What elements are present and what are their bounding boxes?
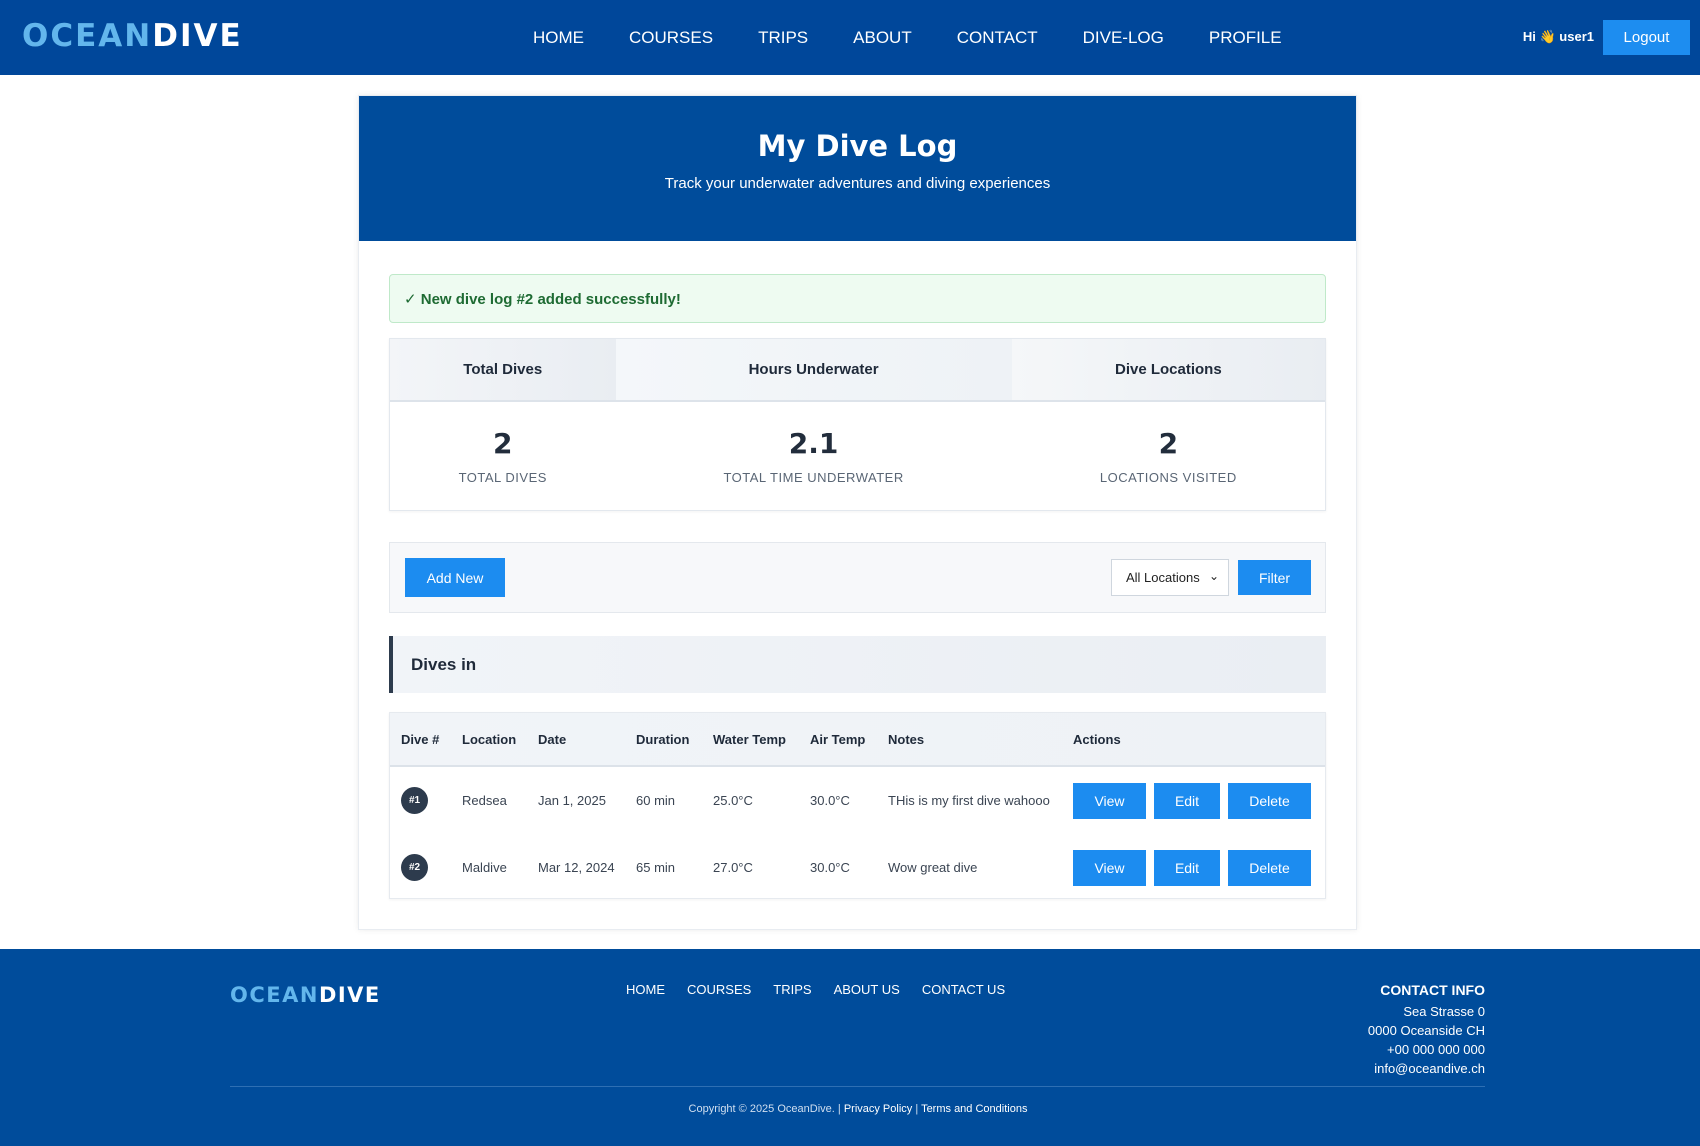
user-greeting: Hi 👋 user1 (1522, 29, 1594, 44)
cell-notes: Wow great dive (888, 860, 978, 875)
cell-air-temp: 30.0°C (810, 860, 850, 875)
col-date: Date (538, 731, 567, 747)
top-navbar: OCEANDIVE HOME COURSES TRIPS ABOUT CONTA… (0, 0, 1700, 75)
cell-date: Mar 12, 2024 (538, 860, 615, 875)
cell-actions: View Edit Delete (1062, 849, 1325, 886)
contact-address-street: Sea Strasse 0 (1403, 1004, 1485, 1019)
edit-button[interactable]: Edit (1154, 849, 1220, 886)
brand-part2: DIVE (152, 18, 243, 54)
add-new-button[interactable]: Add New (405, 558, 505, 597)
dives-section-heading: Dives in (389, 636, 1326, 693)
col-dive-num: Dive # (401, 731, 440, 747)
page-subtitle: Track your underwater adventures and div… (664, 175, 1051, 192)
stat-label: TOTAL DIVES (458, 470, 547, 485)
hero-banner: My Dive Log Track your underwater advent… (359, 96, 1356, 241)
footer-nav-about[interactable]: ABOUT US (834, 982, 900, 997)
terms-link[interactable]: Terms and Conditions (921, 1103, 1027, 1115)
dive-log-card: My Dive Log Track your underwater advent… (358, 95, 1357, 930)
contact-info: CONTACT INFO Sea Strasse 0 0000 Oceansid… (1368, 981, 1485, 1078)
cell-actions: View Edit Delete (1062, 782, 1325, 819)
nav-home[interactable]: HOME (533, 28, 584, 48)
stat-total-dives: 2 TOTAL DIVES (390, 402, 616, 510)
table-row: #2 Maldive Mar 12, 2024 65 min 27.0°C 30… (390, 834, 1325, 901)
stats-header-locations: Dive Locations (1011, 339, 1325, 400)
cell-duration: 60 min (636, 793, 676, 808)
site-footer: OCEANDIVE HOME COURSES TRIPS ABOUT US CO… (0, 949, 1700, 1146)
brand-logo[interactable]: OCEANDIVE (22, 18, 243, 54)
cell-air-temp: 30.0°C (810, 793, 850, 808)
brand-part1: OCEAN (22, 18, 153, 54)
brand-part1: OCEAN (230, 983, 319, 1007)
col-location: Location (462, 731, 517, 747)
stat-value: 2 (493, 427, 513, 460)
delete-button[interactable]: Delete (1228, 849, 1311, 886)
nav-courses[interactable]: COURSES (629, 28, 713, 48)
footer-nav-courses[interactable]: COURSES (687, 982, 751, 997)
cell-duration: 65 min (636, 860, 676, 875)
location-select[interactable]: All Locations ⌄ (1111, 559, 1229, 596)
nav-contact[interactable]: CONTACT (957, 28, 1038, 48)
cell-location: Redsea (462, 793, 507, 808)
col-actions: Actions (1073, 731, 1121, 747)
stat-label: TOTAL TIME UNDERWATER (723, 470, 904, 485)
nav-dive-log[interactable]: DIVE-LOG (1083, 28, 1164, 48)
dives-table: Dive # Location Date Duration Water Temp… (389, 712, 1326, 899)
copyright-separator: | (915, 1103, 919, 1115)
stat-value: 2 (1158, 427, 1179, 460)
chevron-down-icon: ⌄ (1208, 569, 1219, 583)
contact-phone: +00 000 000 000 (1387, 1042, 1485, 1057)
stats-tabs: Total Dives Hours Underwater Dive Locati… (390, 339, 1325, 402)
page-title: My Dive Log (757, 129, 958, 163)
filter-button[interactable]: Filter (1238, 560, 1311, 595)
stats-header-hours: Hours Underwater (615, 339, 1012, 400)
dive-number-badge: #1 (401, 787, 428, 814)
view-button[interactable]: View (1073, 849, 1146, 886)
stats-panel: Total Dives Hours Underwater Dive Locati… (389, 338, 1326, 511)
nav-trips[interactable]: TRIPS (758, 28, 808, 48)
copyright-text: Copyright © 2025 OceanDive. | (688, 1103, 841, 1115)
stat-label: LOCATIONS VISITED (1099, 470, 1237, 485)
col-water-temp: Water Temp (713, 731, 786, 747)
col-duration: Duration (636, 731, 690, 747)
cell-location: Maldive (462, 860, 507, 875)
edit-button[interactable]: Edit (1154, 782, 1220, 819)
location-select-value: All Locations (1126, 570, 1200, 585)
view-button[interactable]: View (1073, 782, 1146, 819)
nav-profile[interactable]: PROFILE (1209, 28, 1282, 48)
cell-water-temp: 27.0°C (713, 860, 753, 875)
footer-logo[interactable]: OCEANDIVE (230, 983, 381, 1007)
footer-divider (230, 1086, 1485, 1087)
stat-value: 2.1 (788, 427, 839, 460)
footer-nav-contact[interactable]: CONTACT US (922, 982, 1005, 997)
footer-nav-home[interactable]: HOME (626, 982, 665, 997)
table-row: #1 Redsea Jan 1, 2025 60 min 25.0°C 30.0… (390, 767, 1325, 834)
logout-button[interactable]: Logout (1603, 20, 1690, 55)
stat-time-underwater: 2.1 TOTAL TIME UNDERWATER (616, 402, 1012, 510)
contact-email: info@oceandive.ch (1374, 1061, 1485, 1076)
cell-dive-num: #2 (390, 854, 451, 881)
table-header: Dive # Location Date Duration Water Temp… (390, 713, 1325, 767)
nav-about[interactable]: ABOUT (853, 28, 912, 48)
cell-water-temp: 25.0°C (713, 793, 753, 808)
copyright-bar: Copyright © 2025 OceanDive. | Privacy Po… (0, 1103, 1700, 1115)
privacy-policy-link[interactable]: Privacy Policy (844, 1103, 912, 1115)
delete-button[interactable]: Delete (1228, 782, 1311, 819)
main-nav: HOME COURSES TRIPS ABOUT CONTACT DIVE-LO… (533, 0, 1327, 75)
stats-values: 2 TOTAL DIVES 2.1 TOTAL TIME UNDERWATER … (390, 402, 1325, 510)
cell-notes: THis is my first dive wahooo (888, 793, 1050, 808)
stats-header-total-dives: Total Dives (390, 339, 616, 400)
footer-nav-trips[interactable]: TRIPS (773, 982, 811, 997)
brand-part2: DIVE (318, 983, 381, 1007)
footer-nav: HOME COURSES TRIPS ABOUT US CONTACT US (626, 982, 1027, 997)
col-air-temp: Air Temp (810, 731, 866, 747)
cell-dive-num: #1 (390, 787, 451, 814)
dive-toolbar: Add New All Locations ⌄ Filter (389, 542, 1326, 613)
contact-address-city: 0000 Oceanside CH (1367, 1023, 1485, 1038)
success-alert: ✓ New dive log #2 added successfully! (389, 274, 1326, 323)
cell-date: Jan 1, 2025 (538, 793, 606, 808)
col-notes: Notes (888, 731, 925, 747)
dive-number-badge: #2 (401, 854, 428, 881)
stat-locations: 2 LOCATIONS VISITED (1012, 402, 1325, 510)
contact-info-title: CONTACT INFO (1380, 982, 1485, 998)
